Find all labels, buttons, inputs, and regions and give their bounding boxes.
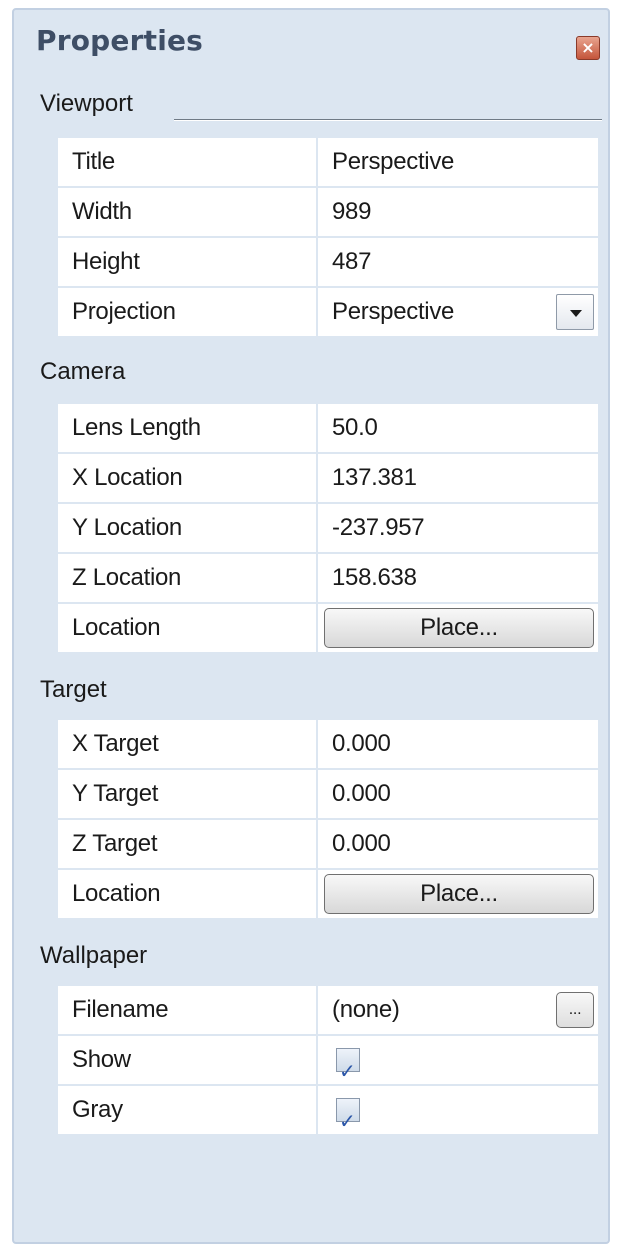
property-row-x-target: X Target 0.000 [58,720,598,770]
section-viewport-label: Viewport [40,90,133,117]
show-checkbox[interactable]: ✓ [336,1048,360,1083]
property-name: Location [58,604,318,652]
panel-header: Properties × [14,10,608,80]
property-name: Lens Length [58,404,318,452]
camera-place-cell: Place... [320,604,598,652]
projection-value: Perspective [332,298,455,325]
target-place-cell: Place... [320,870,598,918]
property-name: Width [58,188,318,236]
property-name: Height [58,238,318,286]
show-cell: ✓ [320,1036,598,1084]
height-value[interactable]: 487 [320,238,598,286]
properties-panel: Properties × Viewport Title Perspective … [12,8,610,1244]
property-row-show: Show ✓ [58,1036,598,1086]
chevron-down-icon[interactable] [556,294,594,330]
section-target-label: Target [40,676,107,703]
property-name: Z Location [58,554,318,602]
checkmark-icon: ✓ [339,1109,356,1133]
property-name: Z Target [58,820,318,868]
z-target-value[interactable]: 0.000 [320,820,598,868]
property-row-z-target: Z Target 0.000 [58,820,598,870]
property-name: Location [58,870,318,918]
property-name: Y Target [58,770,318,818]
close-button[interactable]: × [576,36,600,60]
filename-cell: (none) ... [320,986,598,1034]
property-row-title: Title Perspective [58,138,598,188]
target-table: X Target 0.000 Y Target 0.000 Z Target 0… [58,720,598,920]
property-name: Filename [58,986,318,1034]
filename-value: (none) [332,996,400,1023]
gray-checkbox[interactable]: ✓ [336,1098,360,1133]
property-row-width: Width 989 [58,188,598,238]
property-row-camera-location: Location Place... [58,604,598,654]
browse-button[interactable]: ... [556,992,594,1028]
wallpaper-table: Filename (none) ... Show ✓ Gray ✓ [58,986,598,1136]
property-row-filename: Filename (none) ... [58,986,598,1036]
lens-length-value[interactable]: 50.0 [320,404,598,452]
section-divider [174,119,602,121]
panel-title: Properties [36,24,204,57]
property-name: X Location [58,454,318,502]
camera-place-button[interactable]: Place... [324,608,594,648]
x-target-value[interactable]: 0.000 [320,720,598,768]
property-row-y-target: Y Target 0.000 [58,770,598,820]
property-row-lens-length: Lens Length 50.0 [58,404,598,454]
property-row-gray: Gray ✓ [58,1086,598,1136]
y-location-value[interactable]: -237.957 [320,504,598,552]
property-row-z-location: Z Location 158.638 [58,554,598,604]
section-wallpaper-label: Wallpaper [40,942,148,969]
property-name: X Target [58,720,318,768]
projection-select[interactable]: Perspective [320,288,598,336]
width-value[interactable]: 989 [320,188,598,236]
property-row-y-location: Y Location -237.957 [58,504,598,554]
property-row-projection: Projection Perspective [58,288,598,338]
property-name: Show [58,1036,318,1084]
property-name: Y Location [58,504,318,552]
target-place-button[interactable]: Place... [324,874,594,914]
property-row-x-location: X Location 137.381 [58,454,598,504]
x-location-value[interactable]: 137.381 [320,454,598,502]
property-row-height: Height 487 [58,238,598,288]
close-icon: × [581,38,595,57]
property-row-target-location: Location Place... [58,870,598,920]
property-name: Gray [58,1086,318,1134]
z-location-value[interactable]: 158.638 [320,554,598,602]
camera-table: Lens Length 50.0 X Location 137.381 Y Lo… [58,404,598,654]
viewport-table: Title Perspective Width 989 Height 487 P… [58,138,598,338]
y-target-value[interactable]: 0.000 [320,770,598,818]
section-camera-label: Camera [40,358,126,385]
gray-cell: ✓ [320,1086,598,1134]
title-value[interactable]: Perspective [320,138,598,186]
property-name: Projection [58,288,318,336]
property-name: Title [58,138,318,186]
